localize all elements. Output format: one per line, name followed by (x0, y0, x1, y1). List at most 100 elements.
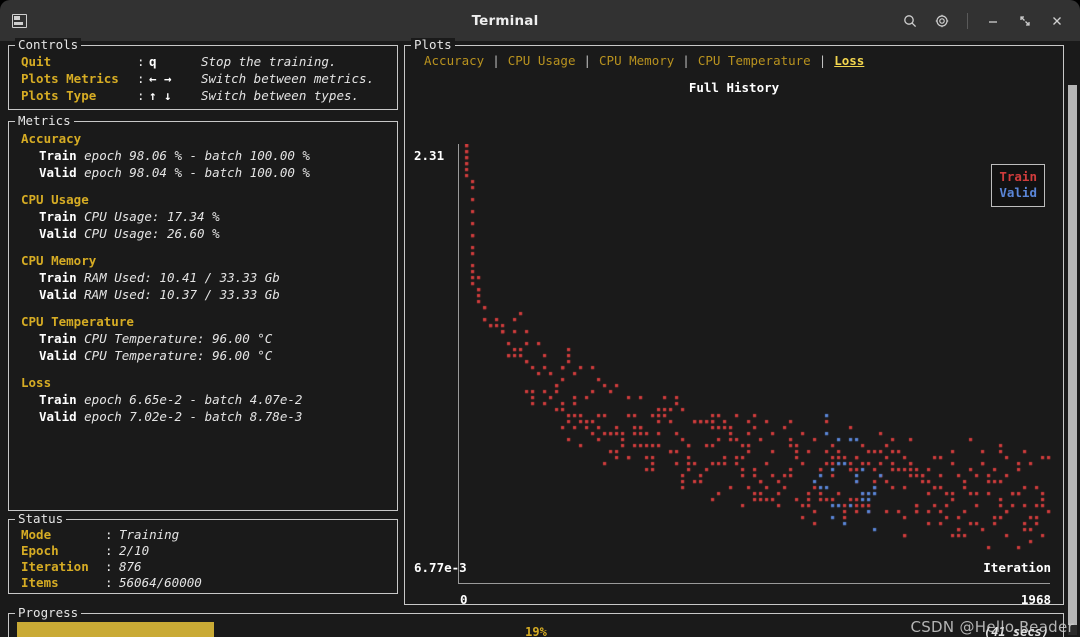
metric-line: Valid CPU Usage: 26.60 % (21, 225, 397, 242)
metric-group-title: CPU Usage (21, 192, 89, 207)
terminal-window-icon (12, 13, 27, 28)
window-title: Terminal (471, 12, 539, 29)
plot-axes (458, 144, 1051, 584)
x-axis-min-label: 0 (460, 592, 468, 607)
metric-value: CPU Temperature: 96.00 °C (84, 348, 273, 363)
metric-line: Train RAM Used: 10.41 / 33.33 Gb (21, 269, 397, 286)
settings-gear-icon[interactable] (933, 12, 951, 30)
metric-split: Train (39, 392, 85, 407)
status-row: Items:56064/60000 (21, 575, 397, 591)
tab-accuracy[interactable]: Accuracy (417, 53, 491, 68)
metric-value: epoch 7.02e-2 - batch 8.78e-3 (84, 409, 303, 424)
control-key: Quit (21, 54, 52, 69)
status-panel: Status Mode: Training Epoch:2/10 Iteration:… (8, 512, 398, 594)
tab-separator: | (818, 53, 827, 68)
tab-cpu-temperature[interactable]: CPU Temperature (691, 53, 818, 68)
plot-chart-title: Full History (688, 80, 780, 95)
legend-train-label: Train (999, 169, 1037, 184)
control-key: Plots Type (21, 88, 97, 103)
plot-legend: Train Valid (991, 164, 1045, 207)
status-panel-title: Status (15, 512, 67, 526)
status-value: 56064/60000 (119, 575, 202, 590)
status-key: Epoch (21, 543, 59, 558)
status-colon: : (105, 575, 113, 590)
control-key: Plots Metrics (21, 71, 119, 86)
control-row: Quit: q Stop the training. (21, 53, 397, 70)
metric-group-title: Accuracy (21, 131, 82, 146)
y-axis-max-label: 2.31 (414, 148, 445, 163)
terminal-content: Controls Quit: q Stop the training. Plots M… (0, 38, 1080, 637)
loss-scatter-plot (459, 144, 1051, 584)
tab-separator: | (583, 53, 592, 68)
metrics-body: Accuracy Train epoch 98.06 % - batch 100.… (9, 122, 397, 425)
metric-split: Valid (39, 409, 85, 424)
metric-group: CPU Memory Train RAM Used: 10.41 / 33.33 … (21, 252, 397, 303)
tab-cpu-memory[interactable]: CPU Memory (592, 53, 681, 68)
metric-value: epoch 98.04 % - batch 100.00 % (84, 165, 310, 180)
terminal-window: Terminal Controls Quit: q Stop the trai… (0, 0, 1080, 637)
control-description: Switch between types. (201, 88, 360, 103)
titlebar-divider (967, 12, 968, 29)
metric-value: RAM Used: 10.37 / 33.33 Gb (84, 287, 280, 302)
plots-panel-title: Plots (411, 38, 455, 52)
control-colon: : (137, 88, 145, 103)
tab-separator: | (682, 53, 690, 68)
metric-split: Train (39, 209, 85, 224)
minimize-button[interactable] (984, 12, 1002, 30)
metric-split: Train (39, 270, 85, 285)
metric-line: Train epoch 6.65e-2 - batch 4.07e-2 (21, 391, 397, 408)
vertical-scrollbar[interactable] (1068, 85, 1077, 635)
status-key: Mode (21, 527, 52, 542)
progress-body: 19% (41 secs) (9, 614, 1063, 637)
tab-separator: | (492, 53, 500, 68)
metric-line: Train epoch 98.06 % - batch 100.00 % (21, 147, 397, 164)
control-description: Stop the training. (201, 54, 337, 69)
metric-value: RAM Used: 10.41 / 33.33 Gb (84, 270, 280, 285)
titlebar-left (0, 13, 120, 28)
status-key: Items (21, 575, 59, 590)
close-button[interactable] (1048, 12, 1066, 30)
metric-group-title: CPU Memory (21, 253, 97, 268)
metric-line: Valid epoch 98.04 % - batch 100.00 % (21, 164, 397, 181)
tab-cpu-usage[interactable]: CPU Usage (501, 53, 583, 68)
status-colon: : (105, 527, 113, 542)
metric-value: epoch 6.65e-2 - batch 4.07e-2 (84, 392, 303, 407)
plot-metric-tabs: Accuracy | CPU Usage | CPU Memory | CPU Temper… (405, 46, 1063, 68)
control-description: Switch between metrics. (201, 71, 375, 86)
metric-group-title: Loss (21, 375, 52, 390)
metric-value: epoch 98.06 % - batch 100.00 % (84, 148, 310, 163)
x-axis-max-label: 1968 (1020, 592, 1051, 607)
control-row: Plots Type: ↑ ↓ Switch between types. (21, 87, 397, 104)
status-colon: : (105, 543, 113, 558)
metric-group: CPU Temperature Train CPU Temperature: 96… (21, 313, 397, 364)
metric-split: Train (39, 148, 85, 163)
metric-split: Valid (39, 287, 85, 302)
maximize-button[interactable] (1016, 12, 1034, 30)
titlebar-controls (890, 12, 1080, 30)
watermark-text: CSDN @Hello.Reader (910, 618, 1074, 636)
scrollbar-thumb[interactable] (1068, 85, 1077, 625)
plot-area: 2.31 6.77e-3 Iteration 0 1968 Train Vali… (405, 100, 1063, 607)
control-binding: q (149, 54, 157, 69)
tab-loss[interactable]: Loss (827, 53, 871, 68)
metric-value: CPU Usage: 26.60 % (84, 226, 220, 241)
progress-bar-track (17, 622, 1055, 637)
search-icon[interactable] (901, 12, 919, 30)
status-row: Epoch:2/10 (21, 543, 397, 559)
control-colon: : (137, 71, 145, 86)
legend-valid-label: Valid (999, 185, 1037, 200)
status-row: Mode: Training (21, 527, 397, 543)
progress-panel: Progress 19% (41 secs) (8, 606, 1064, 637)
status-rows: Mode: Training Epoch:2/10 Iteration:876 Item… (9, 520, 397, 591)
status-colon: : (105, 559, 113, 574)
controls-rows: Quit: q Stop the training. Plots Metrics: ← … (9, 46, 397, 104)
metrics-panel-title: Metrics (15, 114, 74, 128)
metric-split: Train (39, 331, 85, 346)
metric-line: Valid epoch 7.02e-2 - batch 8.78e-3 (21, 408, 397, 425)
metric-split: Valid (39, 165, 85, 180)
status-value: Training (119, 527, 180, 542)
metric-group: Loss Train epoch 6.65e-2 - batch 4.07e-2 V… (21, 374, 397, 425)
metric-split: Valid (39, 348, 85, 363)
progress-bar-fill (17, 622, 215, 637)
status-value: 2/10 (119, 543, 150, 558)
